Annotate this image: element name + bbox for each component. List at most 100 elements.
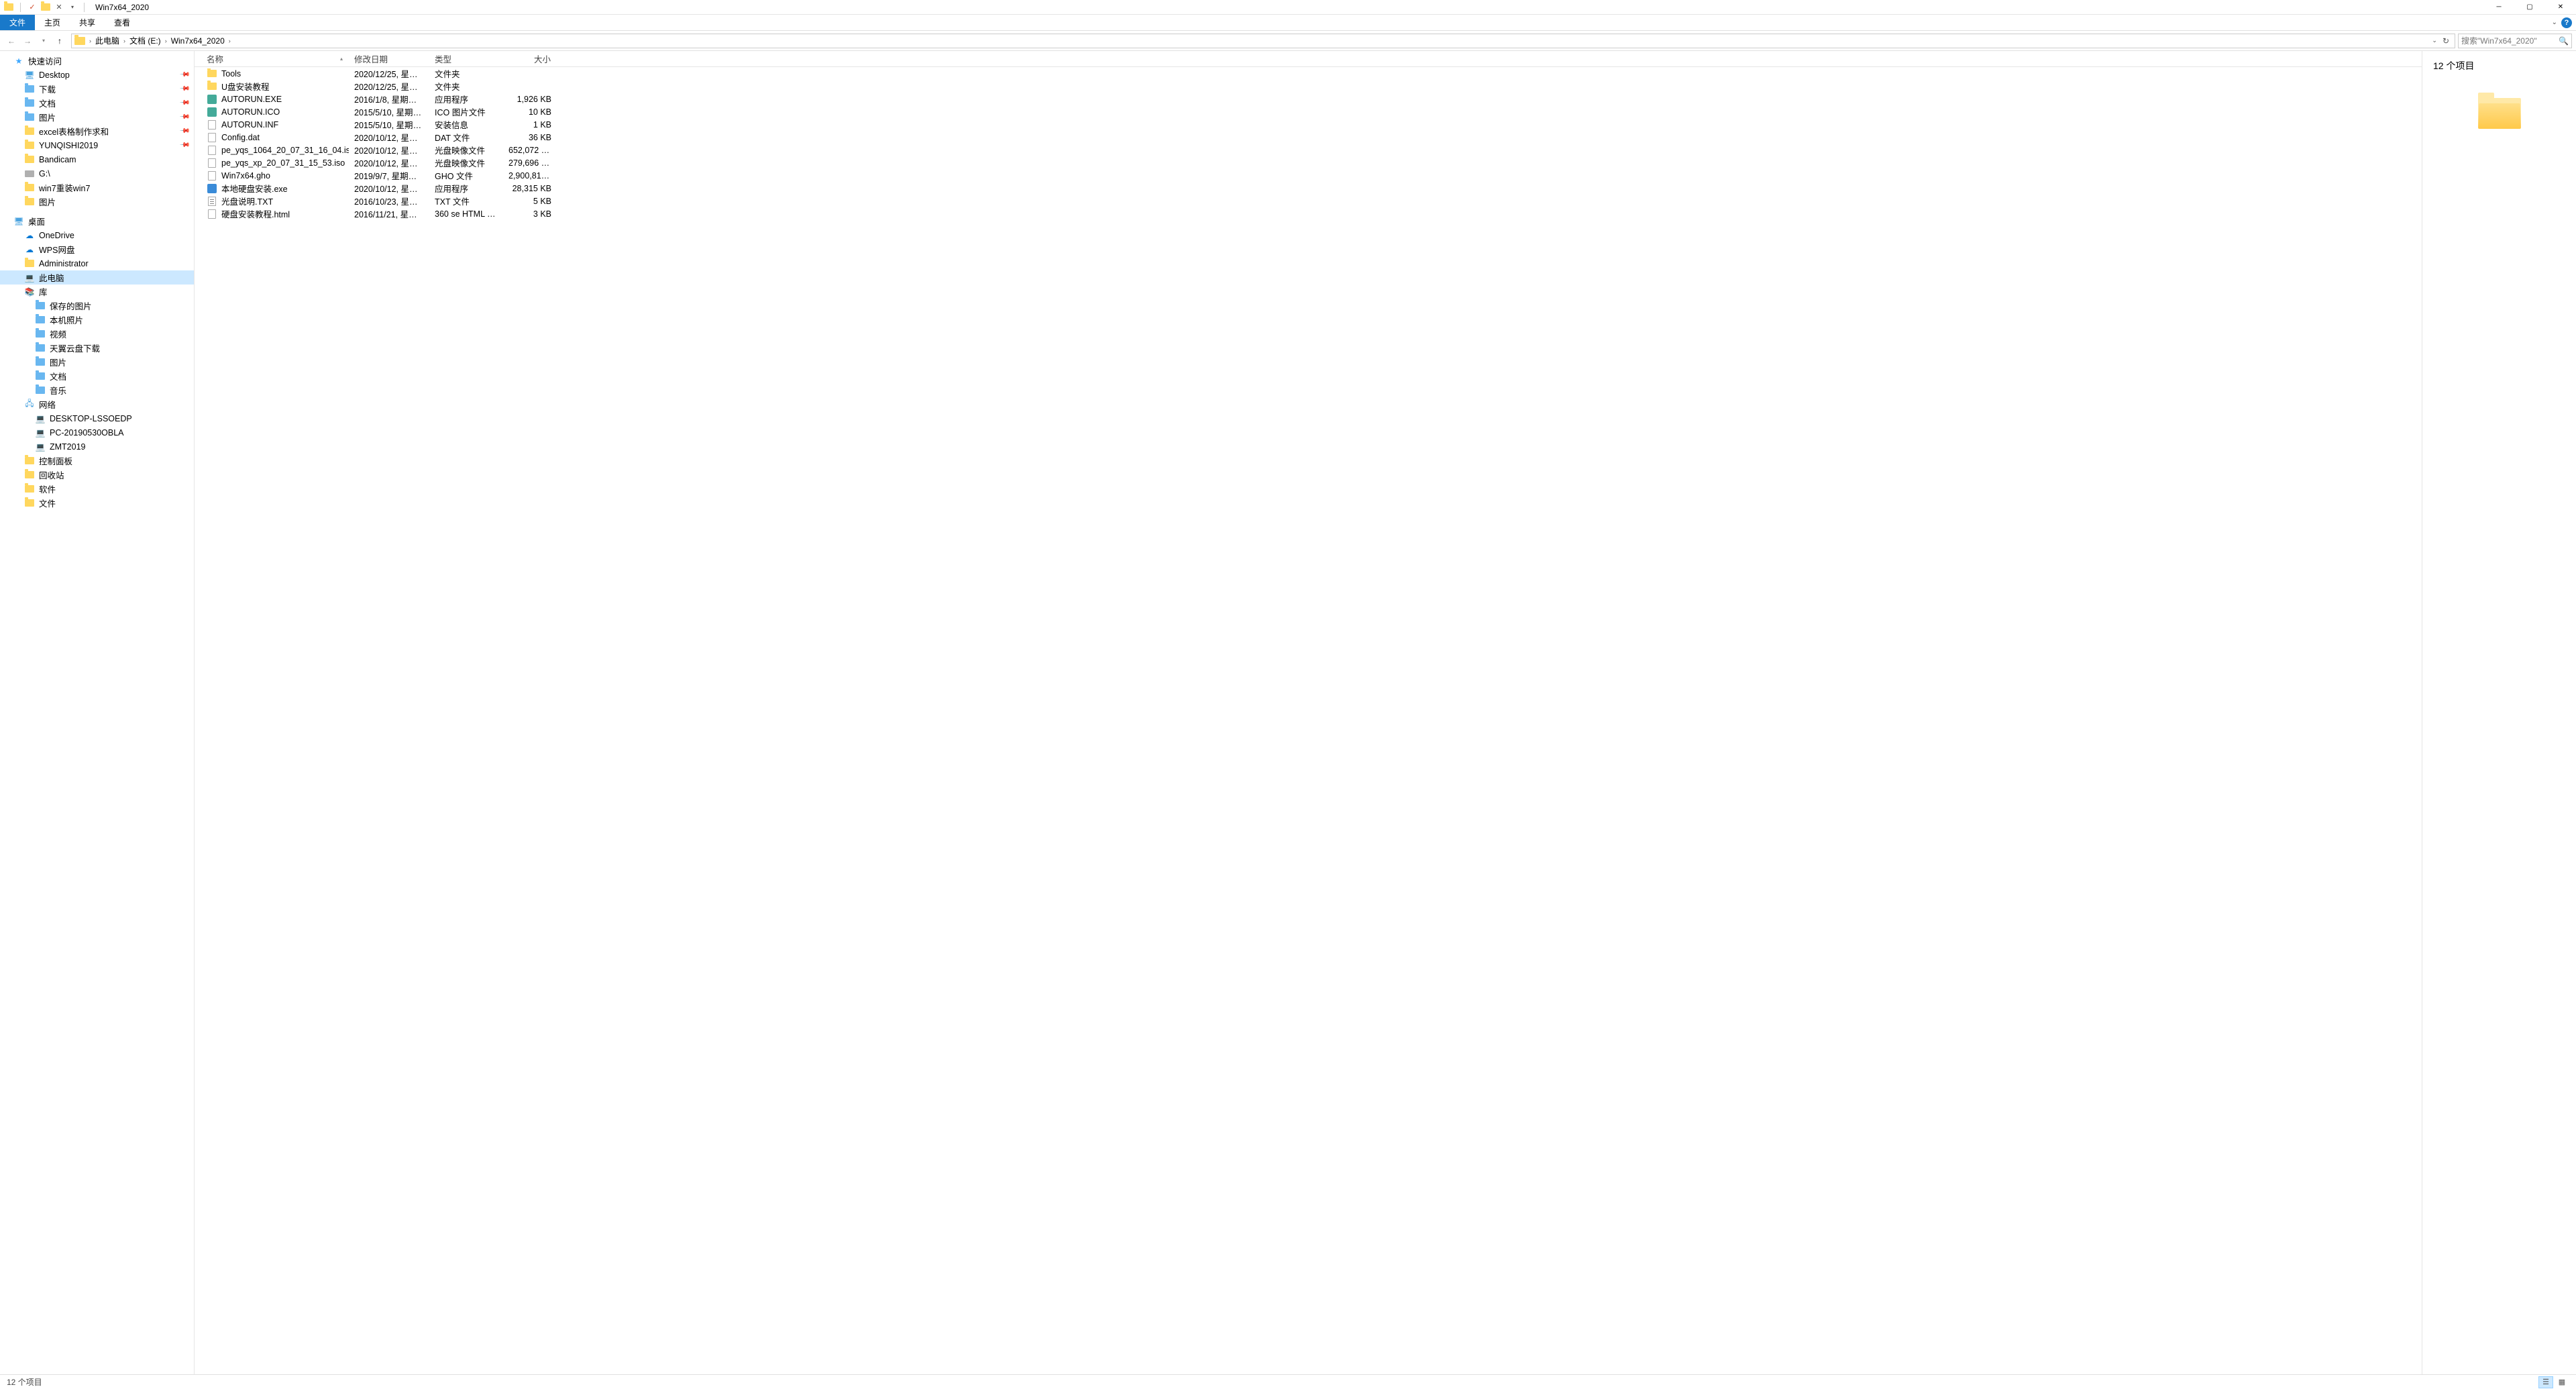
sidebar-item[interactable]: 回收站 <box>0 468 194 482</box>
address-bar-row: ← → ▾ ↑ › 此电脑›文档 (E:)›Win7x64_2020› ⌄ ↻ … <box>0 31 2576 51</box>
close-button[interactable]: ✕ <box>2545 0 2576 15</box>
file-row[interactable]: AUTORUN.EXE2016/1/8, 星期五 04:...应用程序1,926… <box>195 93 2422 105</box>
chevron-right-icon[interactable]: › <box>164 38 168 44</box>
view-icons-button[interactable]: ▦ <box>2555 1376 2569 1388</box>
close-qat-icon[interactable]: ✕ <box>54 3 64 12</box>
sidebar-quick-access[interactable]: ★ 快速访问 <box>0 54 194 68</box>
column-size[interactable]: 大小 <box>503 51 557 66</box>
sidebar-item[interactable]: 图片 <box>0 355 194 369</box>
folder-icon <box>74 37 85 45</box>
window-title: Win7x64_2020 <box>91 3 149 12</box>
sidebar-item[interactable]: ☁OneDrive <box>0 228 194 242</box>
sidebar-item[interactable]: 视频 <box>0 327 194 341</box>
file-row[interactable]: U盘安装教程2020/12/25, 星期五 1...文件夹 <box>195 80 2422 93</box>
file-row[interactable]: AUTORUN.INF2015/5/10, 星期日 02...安装信息1 KB <box>195 118 2422 131</box>
properties-icon[interactable]: ✓ <box>28 3 37 12</box>
navigation-sidebar: ★ 快速访问 🖥Desktop📌下载📌文档📌图片📌excel表格制作求和📌YUN… <box>0 51 195 1374</box>
breadcrumb-item[interactable]: 文档 (E:) <box>127 34 164 48</box>
file-row[interactable]: 光盘说明.TXT2016/10/23, 星期日 0...TXT 文件5 KB <box>195 195 2422 207</box>
sidebar-item[interactable]: G:\ <box>0 166 194 181</box>
tab-1[interactable]: 共享 <box>70 15 105 30</box>
folder-preview-icon <box>2478 93 2521 127</box>
sidebar-item[interactable]: 控制面板 <box>0 454 194 468</box>
sidebar-item[interactable]: 软件 <box>0 482 194 496</box>
file-icon <box>207 68 217 79</box>
chevron-right-icon[interactable]: › <box>122 38 127 44</box>
tab-file[interactable]: 文件 <box>0 15 35 30</box>
sidebar-item[interactable]: 音乐 <box>0 383 194 397</box>
file-icon <box>207 196 217 207</box>
nav-up-button[interactable]: ↑ <box>52 34 67 48</box>
dropdown-icon[interactable]: ⌄ <box>2432 37 2437 44</box>
sidebar-item[interactable]: 保存的图片 <box>0 299 194 313</box>
chevron-right-icon[interactable]: › <box>227 38 232 44</box>
sidebar-item[interactable]: 天翼云盘下载 <box>0 341 194 355</box>
address-bar[interactable]: › 此电脑›文档 (E:)›Win7x64_2020› ⌄ ↻ <box>71 34 2455 48</box>
minimize-button[interactable]: ─ <box>2483 0 2514 15</box>
maximize-button[interactable]: ▢ <box>2514 0 2545 15</box>
file-row[interactable]: Win7x64.gho2019/9/7, 星期六 19:...GHO 文件2,9… <box>195 169 2422 182</box>
file-row[interactable]: 硬盘安装教程.html2016/11/21, 星期一 2...360 se HT… <box>195 207 2422 220</box>
sidebar-item[interactable]: ☁WPS网盘 <box>0 242 194 256</box>
sidebar-item[interactable]: 图片 <box>0 195 194 209</box>
file-icon <box>207 158 217 168</box>
pin-icon: 📌 <box>178 111 190 123</box>
file-icon <box>207 209 217 219</box>
sidebar-item[interactable]: YUNQISHI2019📌 <box>0 138 194 152</box>
star-icon: ★ <box>13 56 24 66</box>
nav-back-button[interactable]: ← <box>4 34 19 48</box>
sidebar-item[interactable]: win7重装win7 <box>0 181 194 195</box>
file-icon <box>207 94 217 105</box>
tab-0[interactable]: 主页 <box>35 15 70 30</box>
file-icon <box>207 119 217 130</box>
new-folder-icon[interactable] <box>41 3 50 12</box>
sidebar-item[interactable]: 💻DESKTOP-LSSOEDP <box>0 411 194 425</box>
help-icon[interactable]: ? <box>2561 17 2572 28</box>
sidebar-desktop-root[interactable]: 🖥 桌面 <box>0 214 194 228</box>
sidebar-item[interactable]: 📚库 <box>0 285 194 299</box>
sidebar-item[interactable]: 文件 <box>0 496 194 510</box>
sidebar-item[interactable]: 💻ZMT2019 <box>0 440 194 454</box>
breadcrumb-item[interactable]: Win7x64_2020 <box>168 34 227 48</box>
file-row[interactable]: Config.dat2020/10/12, 星期一 1...DAT 文件36 K… <box>195 131 2422 144</box>
file-icon <box>207 81 217 92</box>
sidebar-item[interactable]: 💻PC-20190530OBLA <box>0 425 194 440</box>
sidebar-item[interactable]: 图片📌 <box>0 110 194 124</box>
file-row[interactable]: pe_yqs_1064_20_07_31_16_04.iso2020/10/12… <box>195 144 2422 156</box>
search-placeholder: 搜索"Win7x64_2020" <box>2461 35 2559 46</box>
chevron-right-icon[interactable]: › <box>88 38 93 44</box>
sidebar-item[interactable]: excel表格制作求和📌 <box>0 124 194 138</box>
breadcrumb-item[interactable]: 此电脑 <box>93 34 122 48</box>
file-row[interactable]: AUTORUN.ICO2015/5/10, 星期日 02...ICO 图片文件1… <box>195 105 2422 118</box>
file-icon <box>207 132 217 143</box>
column-type[interactable]: 类型 <box>429 51 503 66</box>
file-row[interactable]: Tools2020/12/25, 星期五 1...文件夹 <box>195 67 2422 80</box>
ribbon-expand-icon[interactable]: ⌄ <box>2552 19 2557 26</box>
sidebar-item[interactable]: 文档 <box>0 369 194 383</box>
file-row[interactable]: pe_yqs_xp_20_07_31_15_53.iso2020/10/12, … <box>195 156 2422 169</box>
sidebar-network[interactable]: 🖧 网络 <box>0 397 194 411</box>
sidebar-item[interactable]: 下载📌 <box>0 82 194 96</box>
sidebar-item[interactable]: 💻此电脑 <box>0 270 194 285</box>
refresh-icon[interactable]: ↻ <box>2443 36 2449 46</box>
pin-icon: 📌 <box>178 97 190 109</box>
column-name[interactable]: 名称▴ <box>195 51 349 66</box>
customize-icon[interactable]: ▾ <box>68 3 77 12</box>
separator <box>20 3 21 12</box>
nav-recent-button[interactable]: ▾ <box>36 34 51 48</box>
sidebar-item[interactable]: 本机照片 <box>0 313 194 327</box>
sidebar-item[interactable]: Bandicam <box>0 152 194 166</box>
pin-icon: 📌 <box>178 140 190 151</box>
view-details-button[interactable]: ☰ <box>2538 1376 2553 1388</box>
nav-forward-button[interactable]: → <box>20 34 35 48</box>
sidebar-item[interactable]: 🖥Desktop📌 <box>0 68 194 82</box>
column-date[interactable]: 修改日期 <box>349 51 429 66</box>
file-row[interactable]: 本地硬盘安装.exe2020/10/12, 星期一 1...应用程序28,315… <box>195 182 2422 195</box>
search-input[interactable]: 搜索"Win7x64_2020" 🔍 <box>2458 34 2572 48</box>
tab-2[interactable]: 查看 <box>105 15 140 30</box>
sidebar-item[interactable]: 文档📌 <box>0 96 194 110</box>
file-icon <box>207 107 217 117</box>
file-icon <box>207 183 217 194</box>
column-headers: 名称▴ 修改日期 类型 大小 <box>195 51 2422 67</box>
sidebar-item[interactable]: Administrator <box>0 256 194 270</box>
